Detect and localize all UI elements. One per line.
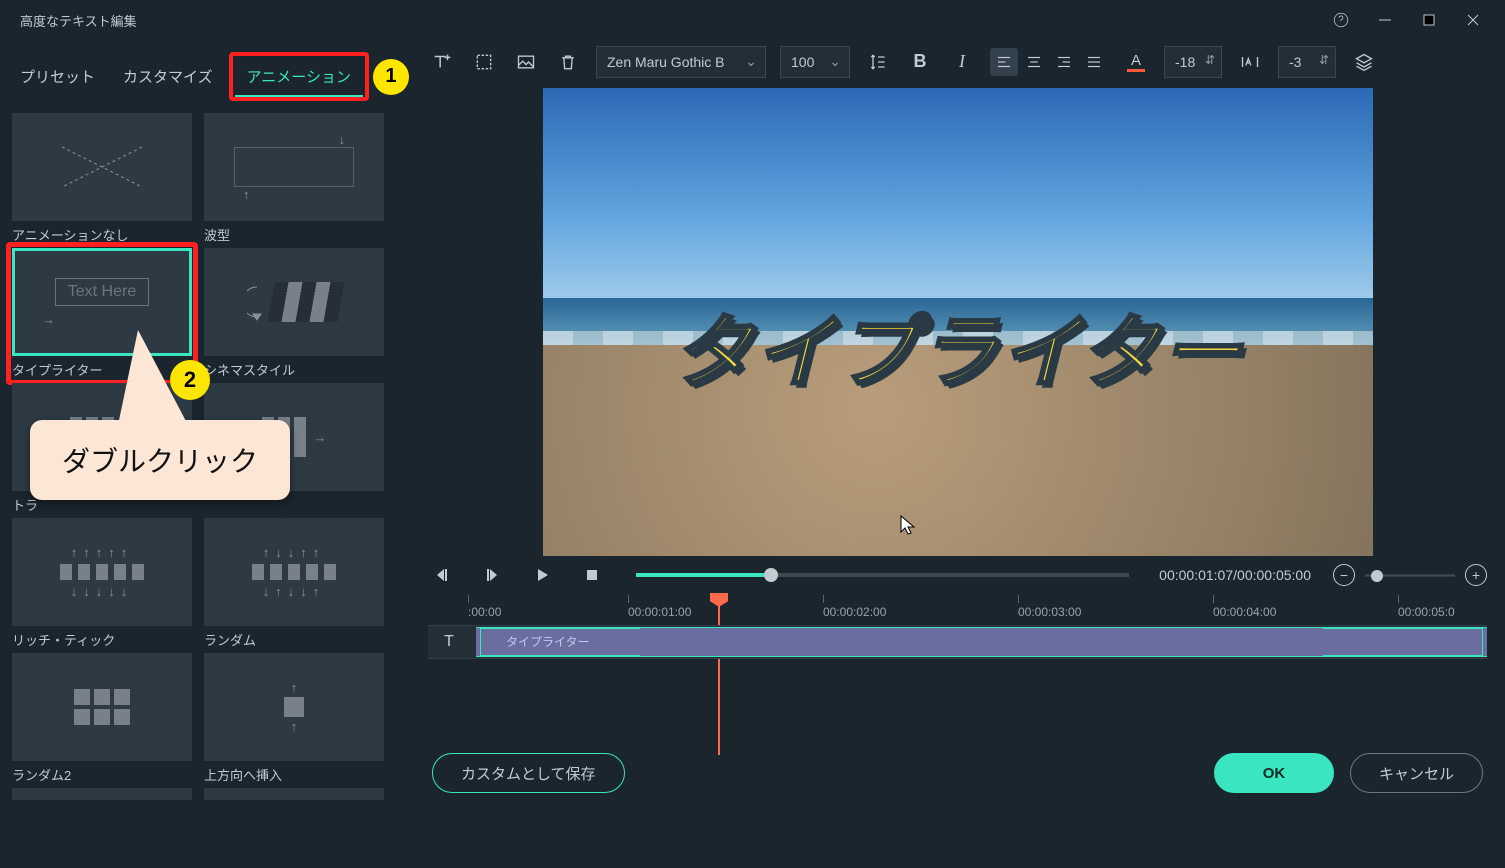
letter-spacing-input[interactable]: -18 xyxy=(1164,46,1222,78)
preset-insert-up[interactable]: ↑↑ 上方向へ挿入 xyxy=(204,653,384,784)
zoom-in-button[interactable]: + xyxy=(1465,564,1487,586)
timecode: 00:00:01:07/00:00:05:00 xyxy=(1159,567,1311,583)
align-justify-button[interactable] xyxy=(1080,48,1108,76)
track-text-icon: T xyxy=(428,633,470,651)
playhead[interactable] xyxy=(718,595,720,755)
preview-canvas[interactable]: タイプライター xyxy=(543,88,1373,556)
close-button[interactable] xyxy=(1451,0,1495,40)
bold-button[interactable]: B xyxy=(906,48,934,76)
cursor-icon xyxy=(899,514,917,536)
preset-random2[interactable]: ランダム2 xyxy=(12,653,192,784)
preset-rich-tick[interactable]: ↑↑↑↑↑ ↓↓↓↓↓ リッチ・ティック xyxy=(12,518,192,649)
maximize-button[interactable] xyxy=(1407,0,1451,40)
italic-button[interactable]: I xyxy=(948,48,976,76)
zoom-control: − + xyxy=(1333,564,1487,586)
preset-extra-2[interactable]: ↓ ↓ xyxy=(204,788,384,800)
zoom-slider[interactable] xyxy=(1365,574,1455,577)
clip-handle-left[interactable] xyxy=(480,628,640,656)
playback-bar: 00:00:01:07/00:00:05:00 − + xyxy=(410,556,1505,595)
timeline-text-track[interactable]: T タイプライター xyxy=(428,625,1487,659)
font-family-select[interactable]: Zen Maru Gothic B xyxy=(596,46,766,78)
preset-cinema[interactable]: シネマスタイル xyxy=(204,248,384,379)
preset-no-animation[interactable]: アニメーションなし xyxy=(12,113,192,244)
timeline: :00:00 00:00:01:00 00:00:02:00 00:00:03:… xyxy=(410,595,1505,747)
stop-button[interactable] xyxy=(578,561,606,589)
annotation-badge-1: 1 xyxy=(373,59,409,95)
align-right-button[interactable] xyxy=(1050,48,1078,76)
window-title: 高度なテキスト編集 xyxy=(20,11,1319,30)
preset-random[interactable]: ↑↓↓↑↑ ↓↑↓↓↑ ランダム xyxy=(204,518,384,649)
text-toolbar: Zen Maru Gothic B 100 B I A -18 -3 xyxy=(410,40,1505,84)
footer: カスタムとして保存 OK キャンセル xyxy=(410,747,1505,800)
font-size-select[interactable]: 100 xyxy=(780,46,850,78)
cancel-button[interactable]: キャンセル xyxy=(1350,753,1483,793)
tab-customize[interactable]: カスタマイズ xyxy=(111,58,225,95)
preview-text[interactable]: タイプライター xyxy=(543,288,1373,404)
play-button[interactable] xyxy=(528,561,556,589)
annotation-badge-2: 2 xyxy=(170,360,210,400)
ok-button[interactable]: OK xyxy=(1214,753,1334,793)
timeline-clip[interactable]: タイプライター xyxy=(476,627,1487,657)
tab-preset[interactable]: プリセット xyxy=(8,58,107,95)
timeline-ruler[interactable]: :00:00 00:00:01:00 00:00:02:00 00:00:03:… xyxy=(428,595,1487,625)
help-icon[interactable] xyxy=(1319,0,1363,40)
align-center-button[interactable] xyxy=(1020,48,1048,76)
align-group xyxy=(990,48,1108,76)
image-icon[interactable] xyxy=(512,48,540,76)
prev-frame-button[interactable] xyxy=(428,561,456,589)
titlebar: 高度なテキスト編集 xyxy=(0,0,1505,40)
align-left-button[interactable] xyxy=(990,48,1018,76)
line-spacing-input[interactable]: -3 xyxy=(1278,46,1336,78)
save-custom-button[interactable]: カスタムとして保存 xyxy=(432,753,625,793)
preset-wave[interactable]: ↓↑ 波型 xyxy=(204,113,384,244)
zoom-out-button[interactable]: − xyxy=(1333,564,1355,586)
preset-extra-1[interactable]: ↓ xyxy=(12,788,192,800)
right-panel: Zen Maru Gothic B 100 B I A -18 -3 タイプライ… xyxy=(410,40,1505,800)
annotation-callout: ダブルクリック xyxy=(30,420,290,500)
line-height-icon[interactable] xyxy=(864,48,892,76)
delete-icon[interactable] xyxy=(554,48,582,76)
add-text-icon[interactable] xyxy=(428,48,456,76)
text-color-button[interactable]: A xyxy=(1122,48,1150,76)
left-panel: プリセット カスタマイズ アニメーション 1 アニメーションなし ↓↑ 波型 xyxy=(0,40,410,800)
tab-animation[interactable]: アニメーション xyxy=(235,58,363,97)
layers-icon[interactable] xyxy=(1350,48,1378,76)
select-icon[interactable] xyxy=(470,48,498,76)
minimize-button[interactable] xyxy=(1363,0,1407,40)
slider-knob[interactable] xyxy=(764,568,778,582)
clip-handle-right[interactable] xyxy=(1323,628,1483,656)
annotation-highlight-1: アニメーション xyxy=(229,52,369,101)
playback-slider[interactable] xyxy=(636,573,1129,577)
next-frame-button[interactable] xyxy=(478,561,506,589)
kerning-icon[interactable] xyxy=(1236,48,1264,76)
left-tabs: プリセット カスタマイズ アニメーション 1 xyxy=(0,40,410,109)
